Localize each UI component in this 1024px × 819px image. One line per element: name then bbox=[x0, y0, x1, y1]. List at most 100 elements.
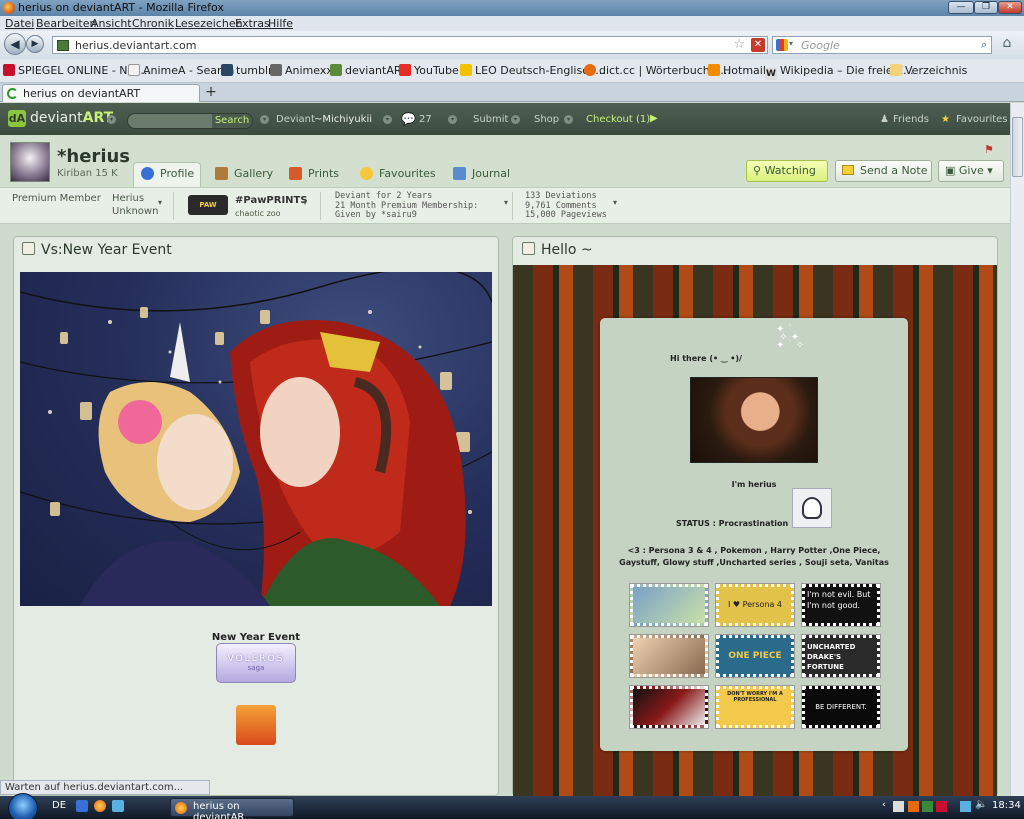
stamp-tile[interactable] bbox=[630, 584, 708, 626]
menu-datei[interactable]: Datei bbox=[5, 17, 34, 30]
tray-app-icon[interactable] bbox=[893, 801, 904, 812]
shop-link[interactable]: Shop bbox=[534, 114, 559, 125]
show-desktop-icon[interactable] bbox=[76, 800, 88, 812]
friends-icon[interactable]: ♟ bbox=[880, 114, 889, 125]
deviantart-logo-icon[interactable]: dA bbox=[8, 110, 26, 127]
scrollbar-thumb[interactable] bbox=[1012, 117, 1023, 177]
star-icon bbox=[360, 167, 373, 180]
featured-artwork[interactable] bbox=[20, 272, 492, 606]
close-button[interactable]: ✕ bbox=[998, 1, 1022, 14]
group-name[interactable]: #PawPRINTS bbox=[235, 195, 308, 206]
bookmark-star-icon[interactable]: ☆ bbox=[733, 37, 745, 52]
stamp-tile[interactable] bbox=[630, 635, 708, 677]
bookmark-item[interactable]: AnimeA - Search bbox=[128, 64, 234, 78]
stamp-tile[interactable] bbox=[630, 686, 708, 728]
user-menu-icon[interactable]: ▾ bbox=[383, 115, 392, 124]
notes-count[interactable]: 27 bbox=[419, 114, 432, 125]
watching-label: Watching bbox=[764, 164, 816, 177]
firefox-quicklaunch-icon[interactable] bbox=[94, 800, 106, 812]
tray-app-icon[interactable] bbox=[922, 801, 933, 812]
notes-icon[interactable]: 💬 bbox=[401, 112, 416, 126]
menu-bearbeiten[interactable]: Bearbeiten bbox=[36, 17, 96, 30]
avatar[interactable] bbox=[10, 142, 50, 182]
give-button[interactable]: ▣ Give ▾ bbox=[938, 160, 1004, 182]
url-bar[interactable]: herius.deviantart.com ☆ ✕ bbox=[52, 36, 768, 54]
bookmarks-bar: SPIEGEL ONLINE - Nac... AnimeA - Search … bbox=[0, 59, 1024, 83]
info-menu-icon[interactable]: ▾ bbox=[158, 198, 162, 207]
stamp-tile[interactable]: BE DIFFERENT. bbox=[802, 686, 880, 728]
stamp-tile[interactable]: UNCHARTED DRAKE'S FORTUNE bbox=[802, 635, 880, 677]
url-text[interactable]: herius.deviantart.com bbox=[75, 39, 196, 52]
browser-tab[interactable]: herius on deviantART bbox=[2, 84, 200, 102]
bookmark-item[interactable]: Animexx bbox=[270, 64, 333, 78]
bookmark-item[interactable]: deviantART bbox=[330, 64, 407, 78]
profile-photo[interactable] bbox=[690, 377, 818, 463]
friends-link[interactable]: Friends bbox=[893, 114, 929, 125]
bookmark-item[interactable]: YouTube bbox=[399, 64, 459, 78]
volume-icon[interactable]: 🔈 bbox=[975, 799, 987, 810]
menu-lesezeichen[interactable]: Lesezeichen bbox=[175, 17, 243, 30]
stats-menu-icon[interactable]: ▾ bbox=[613, 198, 617, 207]
group-logo[interactable]: PAW bbox=[188, 195, 228, 215]
stamp-text: UNCHARTED DRAKE'S FORTUNE bbox=[807, 643, 856, 671]
group-menu-icon[interactable]: ▾ bbox=[303, 198, 307, 207]
profile-username[interactable]: *herius bbox=[57, 146, 130, 167]
search-icon[interactable]: ⌕ bbox=[981, 38, 987, 52]
stamp-tile[interactable]: DON'T WORRY I'M A PROFESSIONAL bbox=[716, 686, 794, 728]
checkout-link[interactable]: Checkout (1) bbox=[586, 114, 650, 125]
taskbar-item-firefox[interactable]: herius on deviantAR... bbox=[170, 798, 294, 819]
submit-link[interactable]: Submit bbox=[473, 114, 508, 125]
start-button[interactable] bbox=[8, 793, 38, 819]
tray-app-icon[interactable] bbox=[908, 801, 919, 812]
stamp-tile[interactable]: I ♥ Persona 4 bbox=[716, 584, 794, 626]
search-bar[interactable]: ▾ Google ⌕ bbox=[772, 36, 992, 54]
shop-menu-icon[interactable]: ▾ bbox=[564, 115, 573, 124]
logo-menu-icon[interactable]: ▾ bbox=[107, 115, 116, 124]
favourites-link[interactable]: Favourites bbox=[956, 114, 1008, 125]
favourites-star-icon[interactable]: ★ bbox=[941, 114, 950, 125]
flag-icon[interactable]: ⚑ bbox=[984, 143, 994, 156]
new-tab-button[interactable]: + bbox=[202, 85, 220, 101]
tray-shield-icon[interactable] bbox=[936, 801, 947, 812]
bookmark-item[interactable]: tumblr bbox=[221, 64, 273, 78]
stop-icon[interactable]: ✕ bbox=[751, 38, 765, 52]
google-icon[interactable] bbox=[776, 39, 788, 51]
da-search-button[interactable]: Search bbox=[212, 114, 252, 128]
bookmark-item[interactable]: Hotmail bbox=[708, 64, 766, 78]
stamp-tile[interactable]: ONE PIECE bbox=[716, 635, 794, 677]
menu-hilfe[interactable]: Hilfe bbox=[268, 17, 293, 30]
language-indicator[interactable]: DE bbox=[52, 800, 66, 811]
back-button[interactable]: ◀ bbox=[4, 33, 26, 55]
switch-windows-icon[interactable] bbox=[112, 800, 124, 812]
da-search-input[interactable]: Search bbox=[127, 113, 253, 129]
clock[interactable]: 18:34 bbox=[992, 800, 1021, 811]
right-panel-title-text: Hello ~ bbox=[541, 242, 593, 258]
page-scrollbar[interactable] bbox=[1010, 103, 1024, 796]
bookmark-folder[interactable]: Verzeichnis bbox=[890, 64, 967, 78]
minimize-button[interactable]: — bbox=[948, 1, 974, 14]
send-note-button[interactable]: Send a Note bbox=[835, 160, 932, 182]
network-icon[interactable] bbox=[960, 801, 971, 812]
submit-menu-icon[interactable]: ▾ bbox=[511, 115, 520, 124]
notes-menu-icon[interactable]: ▾ bbox=[448, 115, 457, 124]
nick-label: Herius bbox=[112, 193, 145, 204]
forward-button[interactable]: ▶ bbox=[26, 35, 44, 53]
menu-ansicht[interactable]: Ansicht bbox=[91, 17, 132, 30]
tray-expand-icon[interactable]: ‹ bbox=[882, 800, 886, 810]
given-by[interactable]: Given by *sairu9 bbox=[335, 210, 417, 221]
current-user-link[interactable]: ~Michiyukii bbox=[314, 114, 372, 125]
search-engine-dropdown-icon[interactable]: ▾ bbox=[789, 39, 793, 48]
deviantart-logo[interactable]: deviantART bbox=[30, 110, 113, 126]
voleros-badge[interactable]: VOLEROS saga bbox=[216, 643, 296, 683]
membership-menu-icon[interactable]: ▾ bbox=[504, 198, 508, 207]
watching-button[interactable]: ⚲ Watching bbox=[746, 160, 828, 182]
menu-chronik[interactable]: Chronik bbox=[132, 17, 174, 30]
stamp-tile[interactable]: I'm not evil. But I'm not good. bbox=[802, 584, 880, 626]
maximize-button[interactable]: ❐ bbox=[974, 1, 998, 14]
search-input[interactable]: Google bbox=[801, 39, 840, 52]
event-avatar-icon[interactable] bbox=[236, 705, 276, 745]
home-icon[interactable]: ⌂ bbox=[996, 35, 1018, 55]
checkout-arrow-icon[interactable]: ▶ bbox=[650, 113, 658, 124]
menu-extras[interactable]: Extras bbox=[235, 17, 270, 30]
search-options-icon[interactable]: ▾ bbox=[260, 115, 269, 124]
